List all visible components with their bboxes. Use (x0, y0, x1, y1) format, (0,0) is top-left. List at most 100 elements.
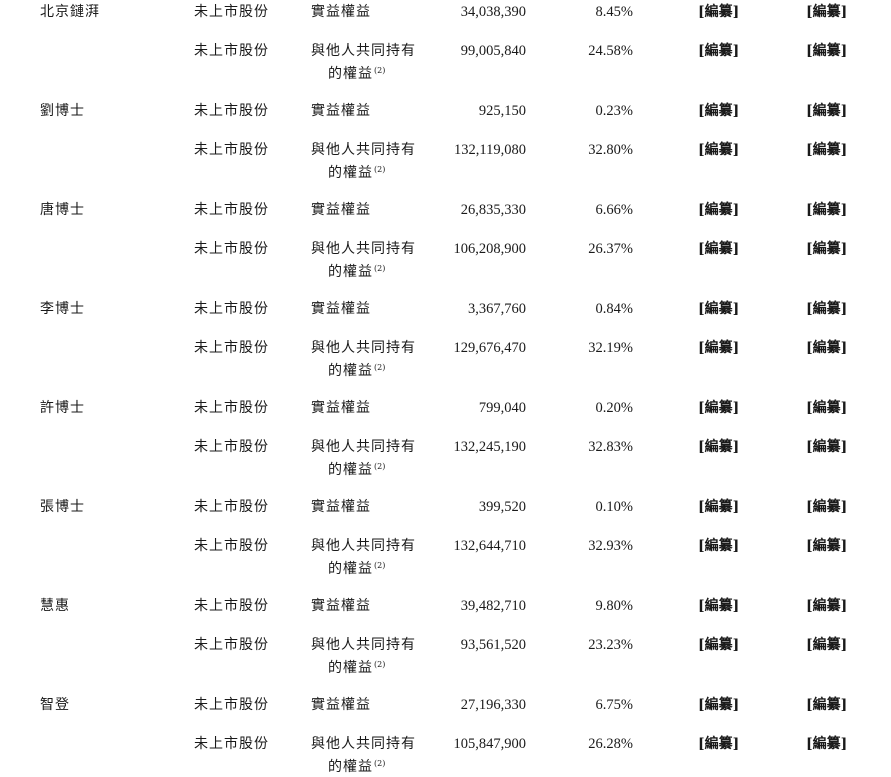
redacted-value: [編纂] (698, 142, 740, 158)
shareholder-name: 李博士 (40, 301, 85, 317)
number-of-shares: 93,561,520 (460, 637, 526, 653)
table-row: 許博士 未上市股份 實益權益 799,040 0.20% [編纂] [編纂] (0, 398, 891, 438)
redacted-value: [編纂] (806, 202, 848, 218)
share-class: 未上市股份 (194, 400, 269, 416)
interest-nature-line1: 實益權益 (311, 202, 371, 218)
redacted-value: [編纂] (698, 499, 740, 515)
shareholding-percentage: 32.19% (588, 340, 633, 356)
interest-nature-line2: 的權益(2) (311, 655, 416, 678)
number-of-shares: 27,196,330 (460, 697, 526, 713)
shareholding-percentage: 26.28% (588, 736, 633, 752)
redacted-value: [編纂] (698, 538, 740, 554)
number-of-shares: 26,835,330 (460, 202, 526, 218)
interest-nature-line1: 實益權益 (311, 103, 371, 119)
footnote-marker: (2) (374, 462, 386, 471)
interest-nature: 實益權益 (311, 299, 371, 319)
share-class: 未上市股份 (194, 598, 269, 614)
redacted-value: [編纂] (806, 301, 848, 317)
number-of-shares: 99,005,840 (460, 43, 526, 59)
redacted-value: [編纂] (806, 4, 848, 20)
share-class: 未上市股份 (194, 736, 269, 752)
number-of-shares: 3,367,760 (468, 301, 526, 317)
redacted-value: [編纂] (698, 598, 740, 614)
interest-nature: 實益權益 (311, 596, 371, 616)
shareholding-percentage: 32.83% (588, 439, 633, 455)
shareholding-percentage: 0.23% (595, 103, 633, 119)
shareholding-percentage: 0.84% (595, 301, 633, 317)
table-row: 未上市股份 與他人共同持有 的權益(2) 99,005,840 24.58% [編纂] [編… (0, 41, 891, 82)
interest-nature: 實益權益 (311, 695, 371, 715)
redacted-value: [編纂] (806, 43, 848, 59)
share-class: 未上市股份 (194, 340, 269, 356)
number-of-shares: 132,644,710 (453, 538, 527, 554)
shareholder-name: 張博士 (40, 499, 85, 515)
redacted-value: [編纂] (806, 538, 848, 554)
interest-nature-line2: 的權益(2) (311, 457, 416, 480)
interest-nature: 實益權益 (311, 2, 371, 22)
table-row: 唐博士 未上市股份 實益權益 26,835,330 6.66% [編纂] [編纂] (0, 200, 891, 240)
interest-nature: 實益權益 (311, 101, 371, 121)
footnote-marker: (2) (374, 66, 386, 75)
footnote-marker: (2) (374, 264, 386, 273)
shareholder-name: 智登 (40, 697, 70, 713)
shareholding-percentage: 26.37% (588, 241, 633, 257)
interest-nature-line1: 實益權益 (311, 598, 371, 614)
redacted-value: [編纂] (806, 598, 848, 614)
footnote-marker: (2) (374, 165, 386, 174)
redacted-value: [編纂] (806, 736, 848, 752)
redacted-value: [編纂] (698, 340, 740, 356)
share-class: 未上市股份 (194, 142, 269, 158)
footnote-marker: (2) (374, 363, 386, 372)
table-row: 未上市股份 與他人共同持有 的權益(2) 132,119,080 32.80% [編纂][… (0, 140, 891, 183)
shareholding-percentage: 32.80% (588, 142, 633, 158)
number-of-shares: 399,520 (478, 499, 526, 515)
interest-nature-line2: 的權益(2) (311, 160, 416, 183)
share-class: 未上市股份 (194, 538, 269, 554)
interest-nature-line1: 實益權益 (311, 499, 371, 515)
table-row: 張博士 未上市股份 實益權益 399,520 0.10% [編纂] [編纂] (0, 497, 891, 537)
interest-nature: 實益權益 (311, 200, 371, 220)
redacted-value: [編纂] (806, 340, 848, 356)
footnote-marker: (2) (374, 759, 386, 768)
shareholding-percentage: 24.58% (588, 43, 633, 59)
interest-nature-line2-text: 的權益 (328, 759, 373, 775)
interest-nature-line2-text: 的權益 (328, 363, 373, 379)
redacted-value: [編纂] (806, 697, 848, 713)
table-row: 未上市股份 與他人共同持有 的權益(2) 106,208,900 26.37% [編纂][… (0, 239, 891, 282)
redacted-value: [編纂] (806, 400, 848, 416)
shareholding-percentage: 6.75% (595, 697, 633, 713)
share-class: 未上市股份 (194, 637, 269, 653)
shareholder-name: 劉博士 (40, 103, 85, 119)
share-class: 未上市股份 (194, 301, 269, 317)
interest-nature-line1: 實益權益 (311, 301, 371, 317)
shareholding-percentage: 0.10% (595, 499, 633, 515)
number-of-shares: 925,150 (478, 103, 526, 119)
share-class: 未上市股份 (194, 202, 269, 218)
footnote-marker: (2) (374, 660, 386, 669)
interest-nature-line2-text: 的權益 (328, 561, 373, 577)
share-class: 未上市股份 (194, 499, 269, 515)
number-of-shares: 106,208,900 (453, 241, 527, 257)
interest-nature-line2-text: 的權益 (328, 66, 373, 82)
redacted-value: [編纂] (806, 439, 848, 455)
share-class: 未上市股份 (194, 241, 269, 257)
shareholding-percentage: 32.93% (588, 538, 633, 554)
redacted-value: [編纂] (698, 637, 740, 653)
redacted-value: [編纂] (806, 103, 848, 119)
interest-nature-line2-text: 的權益 (328, 165, 373, 181)
table-row: 未上市股份 與他人共同持有 的權益(2) 132,644,710 32.93% [編纂][… (0, 536, 891, 577)
shareholding-percentage: 6.66% (595, 202, 633, 218)
redacted-value: [編纂] (806, 142, 848, 158)
table-row: 李博士 未上市股份 實益權益 3,367,760 0.84% [編纂] [編纂] (0, 299, 891, 339)
number-of-shares: 129,676,470 (453, 340, 527, 356)
redacted-value: [編纂] (698, 439, 740, 455)
redacted-value: [編纂] (698, 202, 740, 218)
interest-nature-line2: 的權益(2) (311, 259, 416, 282)
table-row: 未上市股份 與他人共同持有 的權益(2) 132,245,190 32.83% [編纂][… (0, 437, 891, 480)
table-row: 慧惠 未上市股份 實益權益 39,482,710 9.80% [編纂] [編纂] (0, 596, 891, 636)
redacted-value: [編纂] (806, 499, 848, 515)
redacted-value: [編纂] (698, 697, 740, 713)
table-row: 智登 未上市股份 實益權益 27,196,330 6.75% [編纂] [編纂] (0, 695, 891, 735)
number-of-shares: 799,040 (478, 400, 526, 416)
number-of-shares: 105,847,900 (453, 736, 527, 752)
